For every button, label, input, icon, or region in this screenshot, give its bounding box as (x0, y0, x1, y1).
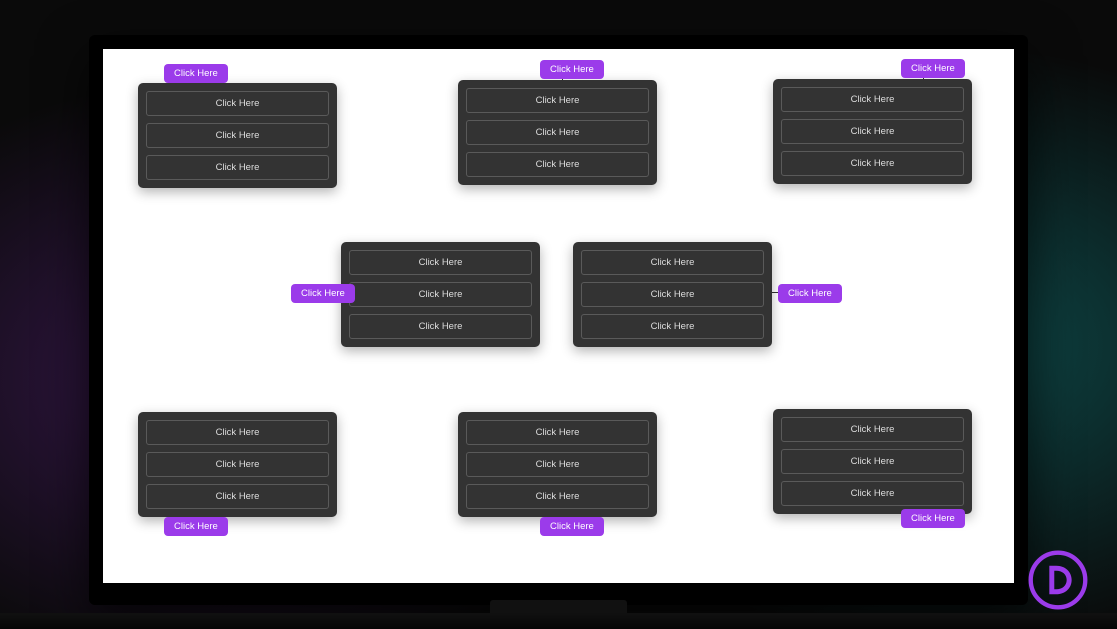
dropdown-item[interactable]: Click Here (466, 88, 649, 113)
dropdown-item[interactable]: Click Here (781, 481, 964, 506)
trigger-button-top-center[interactable]: Click Here (540, 60, 604, 79)
dropdown-item[interactable]: Click Here (146, 452, 329, 477)
trigger-button-bot-left[interactable]: Click Here (164, 517, 228, 536)
dropdown-item[interactable]: Click Here (349, 314, 532, 339)
dropdown-panel-bot-center: Click Here Click Here Click Here (458, 412, 657, 517)
dropdown-item[interactable]: Click Here (781, 119, 964, 144)
dropdown-item[interactable]: Click Here (781, 449, 964, 474)
monitor-screen: Click HereClick HereClick HereClick Here… (103, 49, 1014, 583)
desk-surface (0, 613, 1117, 629)
dropdown-panel-bot-left: Click Here Click Here Click Here (138, 412, 337, 517)
trigger-button-mid-right[interactable]: Click Here (778, 284, 842, 303)
dropdown-panel-top-center: Click Here Click Here Click Here (458, 80, 657, 185)
monitor-frame: Click HereClick HereClick HereClick Here… (89, 35, 1028, 605)
dropdown-item[interactable]: Click Here (466, 120, 649, 145)
trigger-button-bot-center[interactable]: Click Here (540, 517, 604, 536)
dropdown-panel-top-right: Click Here Click Here Click Here (773, 79, 972, 184)
dropdown-item[interactable]: Click Here (146, 123, 329, 148)
dropdown-item[interactable]: Click Here (146, 91, 329, 116)
dropdown-panel-mid-left: Click Here Click Here Click Here (341, 242, 540, 347)
dropdown-panel-bot-right: Click Here Click Here Click Here (773, 409, 972, 514)
trigger-button-top-right[interactable]: Click Here (901, 59, 965, 78)
dropdown-panel-top-left: Click Here Click Here Click Here (138, 83, 337, 188)
dropdown-item[interactable]: Click Here (349, 282, 532, 307)
dropdown-item[interactable]: Click Here (349, 250, 532, 275)
dropdown-item[interactable]: Click Here (466, 152, 649, 177)
dropdown-item[interactable]: Click Here (781, 87, 964, 112)
dropdown-item[interactable]: Click Here (581, 314, 764, 339)
dropdown-item[interactable]: Click Here (466, 420, 649, 445)
dropdown-item[interactable]: Click Here (781, 151, 964, 176)
divi-logo-icon (1027, 549, 1089, 611)
trigger-button-bot-right[interactable]: Click Here (901, 509, 965, 528)
dropdown-item[interactable]: Click Here (146, 155, 329, 180)
dropdown-item[interactable]: Click Here (581, 250, 764, 275)
trigger-button-mid-left[interactable]: Click Here (291, 284, 355, 303)
dropdown-item[interactable]: Click Here (781, 417, 964, 442)
dropdown-item[interactable]: Click Here (146, 420, 329, 445)
trigger-button-top-left[interactable]: Click Here (164, 64, 228, 83)
dropdown-panel-mid-right: Click Here Click Here Click Here (573, 242, 772, 347)
layout-canvas: Click HereClick HereClick HereClick Here… (103, 49, 1014, 583)
dropdown-item[interactable]: Click Here (466, 484, 649, 509)
dropdown-item[interactable]: Click Here (466, 452, 649, 477)
dropdown-item[interactable]: Click Here (146, 484, 329, 509)
dropdown-item[interactable]: Click Here (581, 282, 764, 307)
